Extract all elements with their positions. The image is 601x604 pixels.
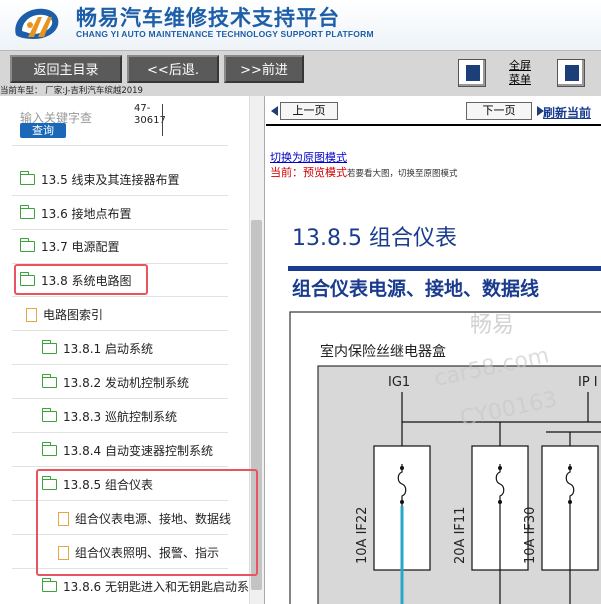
next-page-button[interactable]: 下一页 bbox=[466, 102, 532, 120]
tree-item-label: 13.8.1 启动系统 bbox=[63, 342, 153, 356]
forward-button[interactable]: >>前进 bbox=[224, 55, 304, 83]
tree-item-label: 13.8.6 无钥匙进入和无钥匙启动系 bbox=[63, 580, 249, 594]
panel-toggle-icon bbox=[466, 65, 480, 81]
fuse-label-if11: 20A IF11 bbox=[453, 507, 468, 564]
annotation-highlight-13-8-5 bbox=[36, 469, 258, 576]
app-title: 畅易汽车维修技术支持平台 bbox=[76, 6, 340, 30]
back-button[interactable]: <<后退. bbox=[127, 55, 219, 83]
tree-item-13-8-4[interactable]: 13.8.4 自动变速器控制系统 bbox=[41, 441, 213, 461]
feed-label-ig1: IG1 bbox=[388, 375, 410, 390]
tree-item-13-6[interactable]: 13.6 接地点布置 bbox=[19, 204, 132, 224]
logo-icon bbox=[15, 8, 59, 39]
home-button[interactable]: 返回主目录 bbox=[10, 55, 122, 83]
folder-icon bbox=[19, 238, 35, 252]
tree-item-label: 13.8.2 发动机控制系统 bbox=[63, 376, 189, 390]
folder-icon bbox=[19, 171, 35, 185]
fullscreen-line2: 菜单 bbox=[509, 73, 531, 86]
tree-item-13-5[interactable]: 13.5 线束及其连接器布置 bbox=[19, 170, 180, 190]
tree-item-label: 13.8.3 巡航控制系统 bbox=[63, 410, 177, 424]
fullscreen-line1: 全屏 bbox=[509, 59, 531, 72]
search-button[interactable]: 查询 bbox=[20, 123, 66, 138]
folder-icon bbox=[41, 578, 57, 592]
tree-divider bbox=[12, 195, 228, 196]
terminal-dot bbox=[400, 466, 404, 470]
title-rule bbox=[288, 266, 601, 271]
fuse-label-if22: 10A IF22 bbox=[355, 507, 370, 564]
tree-item-circuit-index[interactable]: 电路图索引 bbox=[26, 305, 103, 325]
watermark-text: 畅易 bbox=[470, 313, 514, 338]
tree-item-label: 13.8.4 自动变速器控制系统 bbox=[63, 444, 213, 458]
tree-item-label: 13.5 线束及其连接器布置 bbox=[41, 173, 180, 187]
terminal-dot bbox=[400, 500, 404, 504]
folder-icon bbox=[41, 340, 57, 354]
tree-item-label: 13.6 接地点布置 bbox=[41, 207, 132, 221]
terminal-dot bbox=[498, 466, 502, 470]
folder-icon bbox=[41, 442, 57, 456]
tree-divider bbox=[12, 432, 228, 433]
panel-expand-icon bbox=[565, 65, 579, 81]
current-hint: 若要看大图，切换至原图模式 bbox=[347, 169, 458, 179]
terminal-dot bbox=[568, 500, 572, 504]
tree-item-label: 13.7 电源配置 bbox=[41, 240, 120, 254]
page-title: 13.8.5 组合仪表 bbox=[292, 226, 457, 251]
current-car-info: 当前车型： 厂家:J-吉利汽车缤越2019 bbox=[0, 86, 143, 96]
tree-divider bbox=[12, 398, 228, 399]
section-title: 组合仪表电源、接地、数据线 bbox=[292, 278, 540, 300]
document-icon bbox=[26, 307, 37, 322]
tree-item-13-8-2[interactable]: 13.8.2 发动机控制系统 bbox=[41, 373, 189, 393]
current-mode-line: 当前：预览模式若要看大图，切换至原图模式 bbox=[270, 164, 458, 180]
tree-divider bbox=[12, 296, 228, 297]
tree-divider bbox=[12, 145, 228, 146]
tree-divider bbox=[12, 466, 228, 467]
tree-divider bbox=[12, 364, 228, 365]
text-cursor bbox=[162, 104, 163, 136]
terminal-dot bbox=[498, 500, 502, 504]
switch-mode-link[interactable]: 切换为原图模式 bbox=[270, 149, 347, 165]
current-mode: 预览模式 bbox=[303, 166, 347, 179]
tree-item-13-8-3[interactable]: 13.8.3 巡航控制系统 bbox=[41, 407, 177, 427]
terminal-dot bbox=[568, 466, 572, 470]
folder-icon bbox=[41, 374, 57, 388]
tree-item-label: 电路图索引 bbox=[43, 308, 104, 322]
fuse-label-if30: 10A IF30 bbox=[523, 507, 538, 564]
tree-item-13-8-1[interactable]: 13.8.1 启动系统 bbox=[41, 339, 153, 359]
app-subtitle: CHANG YI AUTO MAINTENANCE TECHNOLOGY SUP… bbox=[76, 29, 374, 39]
app-header: 畅易汽车维修技术支持平台 CHANG YI AUTO MAINTENANCE T… bbox=[0, 0, 601, 50]
feed-label-ip: IP I bbox=[578, 375, 598, 390]
tree-item-13-8-6[interactable]: 13.8.6 无钥匙进入和无钥匙启动系 bbox=[41, 577, 249, 597]
content-panel: 上一页 下一页 刷新当前 切换为原图模式 当前：预览模式若要看大图，切换至原图模… bbox=[266, 96, 601, 604]
prev-page-button[interactable]: 上一页 bbox=[280, 102, 338, 120]
tree-divider bbox=[12, 330, 228, 331]
annotation-highlight-13-8 bbox=[14, 264, 148, 295]
fullscreen-menu-link[interactable]: 全屏 菜单 bbox=[503, 59, 537, 87]
expand-menu-button[interactable] bbox=[557, 59, 585, 87]
page-navbar: 上一页 下一页 刷新当前 bbox=[266, 96, 601, 126]
folder-icon bbox=[19, 205, 35, 219]
current-label: 当前： bbox=[270, 166, 303, 179]
fuse-box-title: 室内保险丝继电器盒 bbox=[320, 343, 446, 360]
arrow-left-icon bbox=[271, 106, 278, 116]
refresh-link[interactable]: 刷新当前 bbox=[543, 104, 591, 121]
wiring-diagram: 室内保险丝继电器盒 IG1 IP I 10A IF22 20A IF11 10A… bbox=[289, 311, 601, 604]
tree-divider bbox=[12, 229, 228, 230]
collapse-menu-button[interactable] bbox=[458, 59, 486, 87]
folder-icon bbox=[41, 408, 57, 422]
tree-item-13-7[interactable]: 13.7 电源配置 bbox=[19, 237, 120, 257]
